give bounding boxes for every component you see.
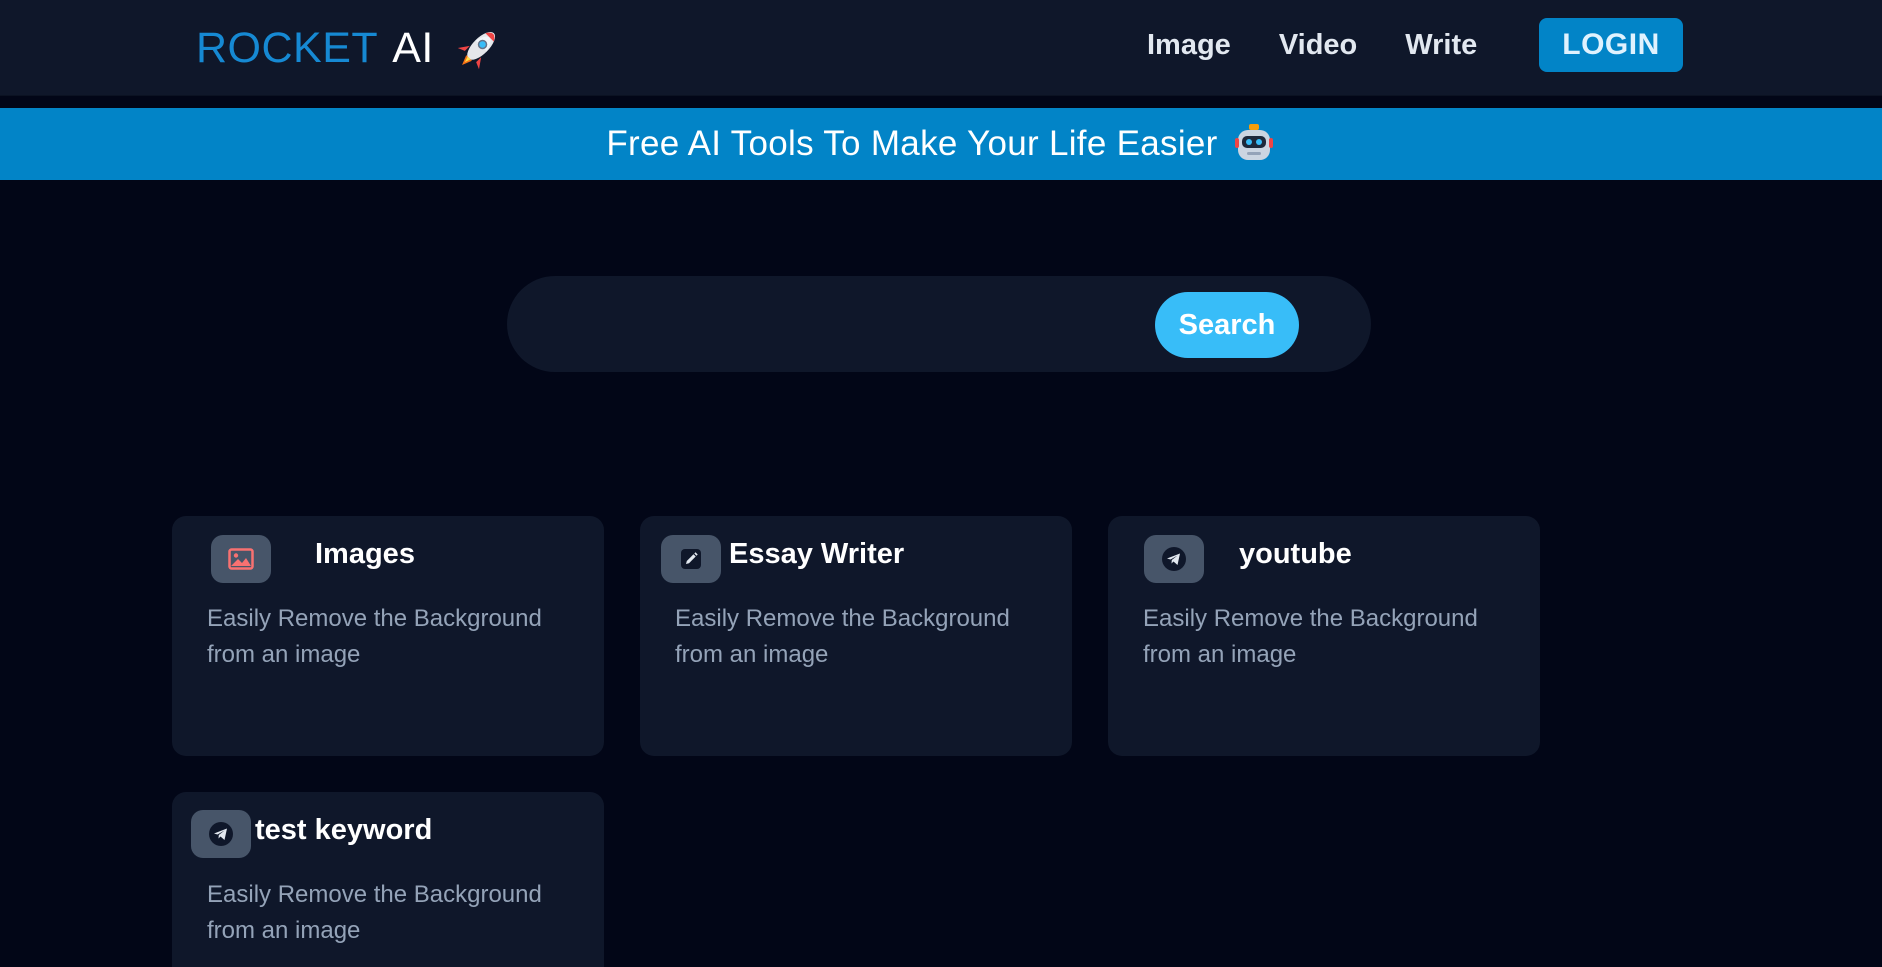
logo[interactable]: ROCKET AI (196, 22, 504, 74)
main-nav: Image Video Write (1147, 18, 1525, 72)
pencil-icon (661, 535, 721, 583)
search-input[interactable] (547, 300, 1127, 348)
login-button[interactable]: LOGIN (1539, 18, 1683, 72)
search-bar: Search (507, 276, 1371, 372)
banner-text: Free AI Tools To Make Your Life Easier (606, 124, 1218, 163)
robot-icon (1234, 124, 1273, 160)
tool-card-title: Images (315, 538, 415, 570)
telegram-icon (1144, 535, 1204, 583)
tool-card-description: Easily Remove the Background from an ima… (1143, 605, 1478, 668)
tool-card-test-keyword[interactable]: test keyword Easily Remove the Backgroun… (172, 792, 604, 967)
nav-video[interactable]: Video (1279, 29, 1357, 62)
tool-card-description: Easily Remove the Background from an ima… (675, 605, 1010, 668)
logo-word-ai: AI (392, 23, 434, 72)
top-navbar: ROCKET AI Image Video Write LOGIN (0, 0, 1882, 96)
image-icon (211, 535, 271, 583)
tool-card-youtube[interactable]: youtube Easily Remove the Background fro… (1108, 516, 1540, 756)
nav-image[interactable]: Image (1147, 29, 1231, 62)
search-button[interactable]: Search (1155, 292, 1299, 358)
tool-card-title: Essay Writer (729, 538, 905, 570)
rocket-icon (457, 31, 495, 70)
nav-write[interactable]: Write (1405, 29, 1477, 62)
logo-word-rocket: ROCKET (196, 23, 379, 72)
tool-card-title: test keyword (255, 814, 433, 846)
tool-card-images[interactable]: Images Easily Remove the Background from… (172, 516, 604, 756)
promo-banner: Free AI Tools To Make Your Life Easier (0, 108, 1882, 180)
tool-card-essay-writer[interactable]: Essay Writer Easily Remove the Backgroun… (640, 516, 1072, 756)
tool-card-title: youtube (1239, 538, 1352, 570)
tool-card-description: Easily Remove the Background from an ima… (207, 605, 542, 668)
tool-card-description: Easily Remove the Background from an ima… (207, 881, 542, 944)
telegram-icon (191, 810, 251, 858)
